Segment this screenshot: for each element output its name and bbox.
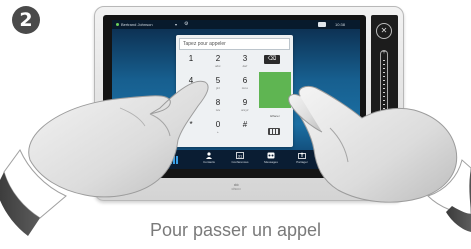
right-hand (288, 85, 471, 232)
hands-illustration (0, 80, 471, 236)
caption-text: Pour passer un appel (149, 220, 322, 240)
left-hand (0, 80, 209, 236)
